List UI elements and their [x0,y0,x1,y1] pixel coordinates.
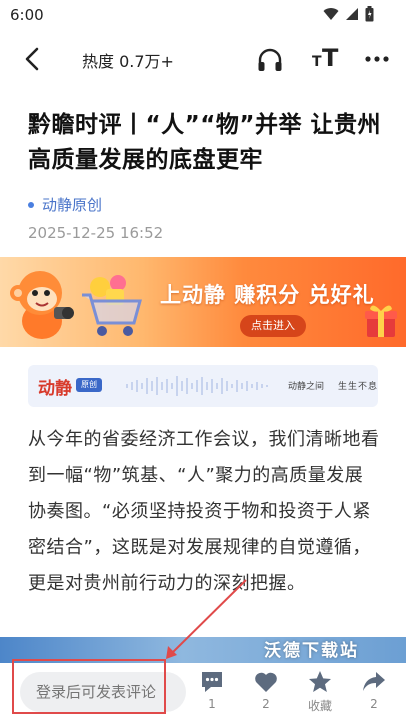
gift-box-icon [365,305,397,337]
favorite-label: 收藏 [307,699,332,713]
font-size-small-t: T [312,54,322,70]
headphones-icon[interactable] [256,46,284,74]
shopping-cart-icon [82,275,142,336]
article-title: 黔瞻时评丨“人”“物”并举 让贵州高质量发展的底盘更牢 [28,112,381,173]
heat-indicator: 热度 0.7万+ [82,52,174,71]
brand-logo-tag: 原创 [76,378,102,392]
annotation-highlight-box [12,659,166,714]
wifi-icon [323,8,339,20]
sound-wave-icon [126,376,268,396]
comment-count: 1 [208,697,216,711]
status-bar: 6:00 [0,0,406,30]
promo-banner[interactable]: 上动静 赚积分 兑好礼 点击进入 [0,257,406,347]
favorite-button[interactable]: 收藏 [298,669,342,714]
signal-icon [346,8,358,20]
comment-icon [202,672,222,692]
source-dot-icon [28,201,34,208]
brand-slogan-right: 生生不息 [338,382,378,392]
top-nav-bar: 热度 0.7万+ T T [0,38,406,82]
monkey-mascot-icon [10,271,74,339]
promo-enter-button[interactable]: 点击进入 [240,315,306,337]
like-count: 2 [262,697,270,711]
publish-time: 2025-12-25 16:52 [28,224,164,242]
comment-button[interactable]: 1 [190,669,234,711]
like-button[interactable]: 2 [244,669,288,711]
share-arrow-icon [363,672,385,691]
heart-icon [255,672,277,692]
share-count: 2 [370,697,378,711]
status-icons [323,6,374,22]
status-time: 6:00 [10,6,44,24]
more-icon[interactable] [362,46,392,72]
article-source[interactable]: 动静原创 [28,194,102,215]
source-name: 动静原创 [42,196,103,214]
font-size-big-t: T [322,44,339,72]
share-button[interactable]: 2 [352,669,396,711]
brand-slogan-left: 动静之间 [288,382,325,392]
promo-headline: 上动静 赚积分 兑好礼 [160,283,375,307]
watermark-text: 沃德下载站 [264,641,359,661]
brand-logo: 动静 [38,379,72,399]
back-arrow-icon[interactable] [20,46,46,72]
battery-icon [365,6,374,22]
font-size-button[interactable]: T T [310,42,346,74]
brand-card: 动静 原创 动静之间 生生不息 [28,365,378,407]
star-icon [309,671,331,692]
article-body-paragraph: 从今年的省委经济工作会议，我们清晰地看到一幅“物”筑基、“人”聚力的高质量发展协… [28,429,380,594]
